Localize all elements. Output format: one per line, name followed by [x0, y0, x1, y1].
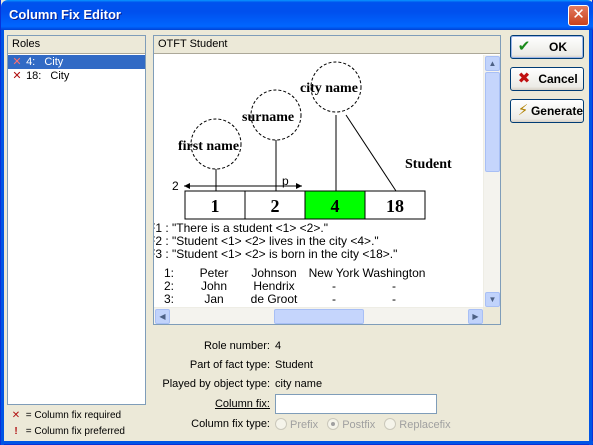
fact-line-3: F3 : "Student <1> <2> is born in the cit…	[154, 247, 397, 261]
connector-line	[345, 114, 397, 192]
column-fix-editor-window: Column Fix Editor ✕ Roles ✕ 4: City ✕ 18…	[0, 0, 593, 445]
row-3-num: 3:	[164, 292, 174, 306]
legend-required-text: = Column fix required	[25, 410, 122, 421]
row-1-first: Peter	[200, 266, 229, 280]
horizontal-scrollbar[interactable]: ◀ ▶	[154, 307, 484, 324]
fact-type-value: Student	[275, 359, 313, 371]
role-label-city-name: city name	[300, 81, 358, 96]
role-properties: Role number: 4 Part of fact type: Studen…	[153, 333, 501, 443]
lightning-icon: ⚡	[517, 102, 529, 119]
column-fix-input[interactable]	[275, 394, 437, 414]
radio-prefix-label: Prefix	[290, 419, 319, 431]
required-icon: ✕	[12, 70, 22, 82]
row-2-surname: Hendrix	[253, 279, 294, 293]
scroll-up-icon[interactable]: ▲	[485, 56, 500, 71]
radio-postfix-label: Postfix	[342, 419, 376, 431]
required-icon: ✕	[12, 56, 22, 68]
role-number-label: Role number:	[203, 340, 270, 352]
fact-type-label: Part of fact type:	[189, 359, 270, 371]
column-fix-type-group: Prefix Postfix Replacefix	[275, 418, 457, 431]
window-frame-left	[1, 30, 4, 445]
horizontal-scroll-thumb[interactable]	[274, 309, 364, 324]
window-title: Column Fix Editor	[9, 7, 121, 22]
row-3-first: Jan	[204, 292, 223, 306]
fact-type-header: OTFT Student	[154, 36, 500, 54]
p-label: p	[282, 174, 289, 188]
radio-icon	[275, 418, 287, 430]
role-box-4-label: 4	[331, 196, 340, 216]
object-type-prop-label: Played by object type:	[162, 378, 270, 390]
checkmark-icon: ✔	[517, 38, 531, 55]
cancel-button[interactable]: ✖ Cancel	[510, 67, 584, 91]
arrow-head-left	[184, 183, 190, 189]
legend-required: ✕ = Column fix required	[9, 410, 121, 421]
scroll-right-icon[interactable]: ▶	[468, 309, 483, 324]
object-type-label: Student	[405, 157, 452, 172]
radio-checked-icon	[327, 418, 340, 430]
roles-header: Roles	[8, 36, 145, 54]
row-3-city4: -	[332, 292, 336, 306]
fact-line-1: F1 : "There is a student <1> <2>."	[154, 221, 328, 235]
diagram-svg: first name surname city name Student 2 p…	[154, 61, 452, 306]
role-box-1-label: 1	[211, 196, 220, 216]
row-3-surname: de Groot	[251, 292, 298, 306]
vertical-scrollbar[interactable]: ▲ ▼	[483, 55, 500, 308]
fact-type-diagram: first name surname city name Student 2 p…	[154, 55, 484, 308]
scroll-down-icon[interactable]: ▼	[485, 292, 500, 307]
row-2-first: John	[201, 279, 227, 293]
radio-postfix[interactable]: Postfix	[327, 418, 376, 431]
legend-preferred-text: = Column fix preferred	[25, 426, 125, 437]
role-number: 18:	[26, 70, 42, 82]
vertical-scroll-thumb[interactable]	[485, 72, 500, 172]
role-number-value: 4	[275, 340, 282, 352]
row-1-num: 1:	[164, 266, 174, 280]
fact-line-2: F2 : "Student <1> <2> lives in the city …	[154, 234, 379, 248]
role-item-18[interactable]: ✕ 18: City	[8, 69, 145, 83]
row-1-city18: Washington	[363, 266, 426, 280]
column-fix-type-label: Column fix type:	[191, 418, 270, 430]
role-name: City	[44, 56, 64, 68]
fact-type-panel: OTFT Student first name surname city nam…	[153, 35, 501, 325]
radio-replacefix-label: Replacefix	[399, 419, 451, 431]
ok-label: OK	[549, 40, 567, 54]
object-type-value: city name	[275, 378, 323, 390]
row-2-city18: -	[392, 279, 396, 293]
row-2-num: 2:	[164, 279, 174, 293]
row-1-surname: Johnson	[251, 266, 296, 280]
row-1-city4: New York	[309, 266, 361, 280]
cancel-label: Cancel	[538, 72, 578, 86]
roles-panel: Roles ✕ 4: City ✕ 18: City	[7, 35, 146, 405]
role-label-first-name: first name	[178, 139, 239, 154]
radio-icon	[384, 418, 397, 430]
role-box-2-label: 2	[271, 196, 280, 216]
required-icon: ✕	[11, 410, 21, 421]
role-name: City	[50, 70, 70, 82]
scroll-corner	[483, 307, 500, 324]
generate-button[interactable]: ⚡ Generate	[510, 99, 584, 123]
population-table: 1: Peter Johnson New York Washington 2: …	[164, 266, 425, 306]
arrow-head-right	[296, 183, 302, 189]
title-bar[interactable]: Column Fix Editor ✕	[1, 0, 593, 30]
cancel-icon: ✖	[517, 70, 531, 87]
role-label-surname: surname	[242, 110, 294, 125]
radio-prefix[interactable]: Prefix	[275, 418, 319, 431]
generate-label: Generate	[530, 104, 583, 118]
role-item-4[interactable]: ✕ 4: City	[8, 55, 145, 69]
close-icon[interactable]: ✕	[568, 5, 589, 26]
column-fix-label: Column fix:	[214, 398, 270, 410]
preferred-icon: !	[14, 426, 18, 437]
role-box-18-label: 18	[386, 196, 404, 216]
window-frame-right	[589, 30, 592, 445]
scroll-left-icon[interactable]: ◀	[155, 309, 170, 324]
role-number: 4:	[26, 56, 36, 68]
arrow-label: 2	[172, 179, 179, 193]
row-2-city4: -	[332, 279, 336, 293]
radio-replacefix[interactable]: Replacefix	[384, 418, 451, 431]
row-3-city18: -	[392, 292, 396, 306]
legend-preferred: ! = Column fix preferred	[9, 426, 125, 437]
ok-button[interactable]: ✔ OK	[510, 35, 584, 59]
